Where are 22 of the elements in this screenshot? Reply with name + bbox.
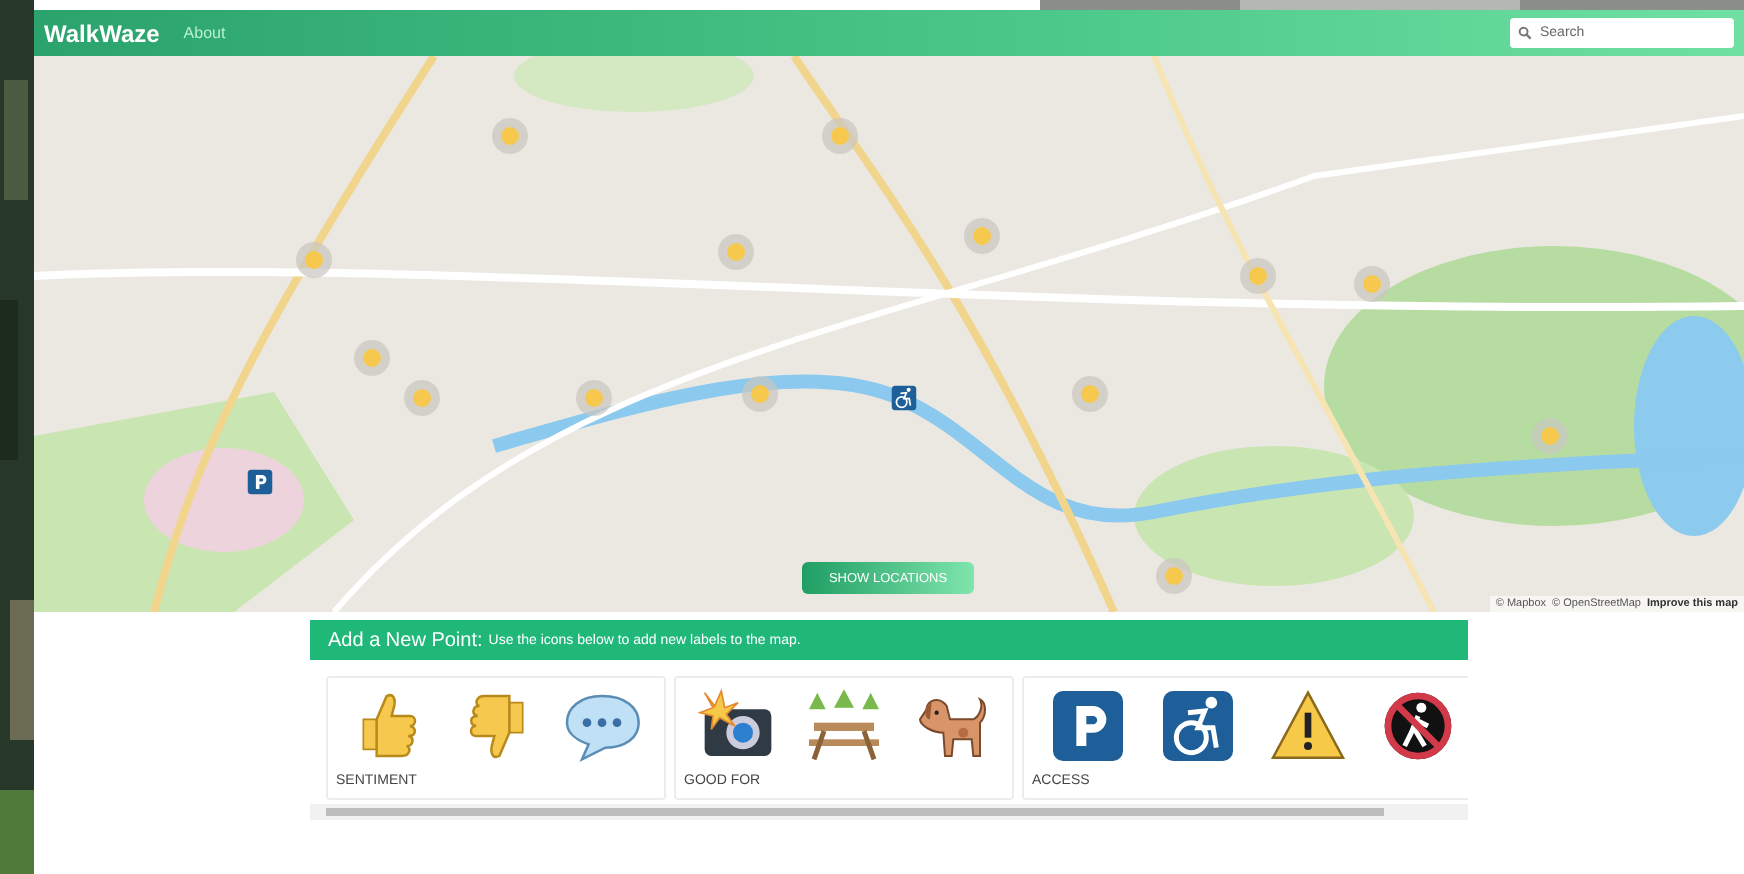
marker-icon[interactable]	[1070, 374, 1110, 414]
marker-icon[interactable]	[1530, 416, 1570, 456]
nav-link[interactable]: About	[183, 24, 226, 42]
marker-icon[interactable]	[352, 338, 392, 378]
search-icon	[1518, 26, 1532, 40]
scrollbar[interactable]	[310, 804, 1468, 820]
marker-icon[interactable]	[716, 232, 756, 272]
marker-icon[interactable]	[490, 116, 530, 156]
marker-icon[interactable]	[1154, 556, 1194, 596]
marker-icon[interactable]	[1352, 264, 1392, 304]
wheelchair-icon[interactable]	[1157, 686, 1237, 766]
brand-link[interactable]: WalkWaze	[44, 19, 160, 47]
marker-icon[interactable]	[962, 216, 1002, 256]
marker-icon[interactable]	[402, 378, 442, 418]
marker-icon[interactable]	[574, 378, 614, 418]
marker-icon[interactable]	[294, 240, 334, 280]
parking-icon[interactable]	[1047, 686, 1127, 766]
marker-icon[interactable]	[820, 116, 860, 156]
marker-icon[interactable]	[1238, 256, 1278, 296]
marker-icon[interactable]	[740, 374, 780, 414]
panel-title: Add a New Point:	[328, 629, 483, 651]
picnic-table-icon[interactable]	[803, 686, 884, 766]
